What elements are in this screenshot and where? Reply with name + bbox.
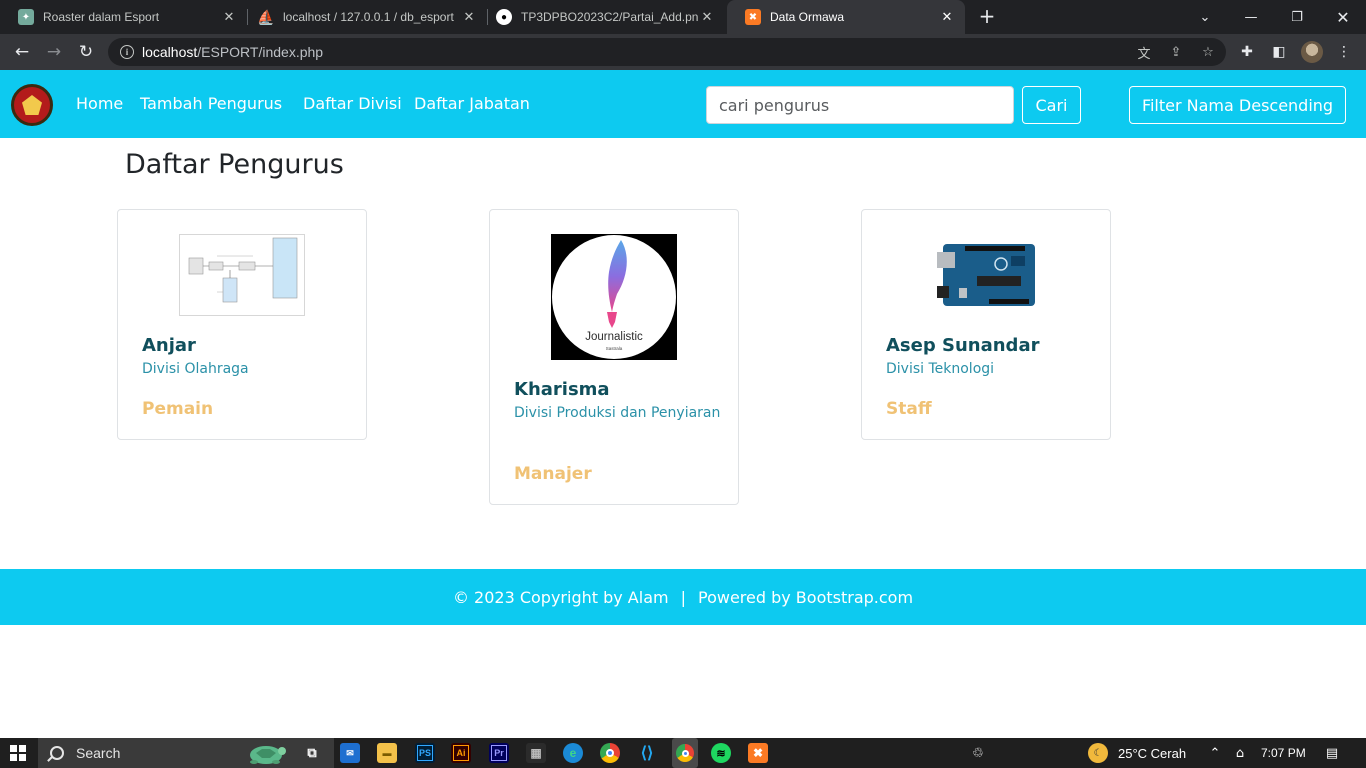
windows-start-icon[interactable] [10,745,26,761]
site-info-icon[interactable]: i [120,45,134,59]
nav-link-tambah-pengurus[interactable]: Tambah Pengurus [140,94,282,113]
bookmark-star-icon[interactable]: ☆ [1200,44,1216,60]
browser-tab-github[interactable]: ● TP3DPBO2023C2/Partai_Add.png ✕ [478,0,725,34]
arduino-board [923,234,1049,316]
footer-powered-by: Powered by Bootstrap.com [697,587,914,607]
taskbar-search-box[interactable]: Search [38,738,334,768]
browser-tab-data-ormawa[interactable]: ✖ Data Ormawa ✕ [727,0,965,34]
forward-arrow-icon[interactable]: → [42,40,66,64]
minimize-button[interactable]: — [1228,0,1274,34]
close-icon[interactable]: ✕ [221,9,237,25]
chrome-active-icon[interactable] [672,738,698,768]
premiere-icon[interactable]: Pr [489,743,509,763]
pengurus-card[interactable]: Journalistic Sastrala Kharisma Divisi Pr… [489,209,739,505]
search-icon [50,746,64,760]
tab-title: localhost / 127.0.0.1 / db_esport [283,10,454,24]
edge-icon[interactable]: e [563,743,583,763]
logo-subtext: Sastrala [606,346,623,351]
pengurus-card[interactable]: Asep Sunandar Divisi Teknologi Staff [861,209,1111,440]
pengurus-jabatan: Staff [886,399,932,419]
pengurus-jabatan: Manajer [514,464,592,484]
tab-title: Data Ormawa [770,10,845,24]
side-panel-icon[interactable]: ◧ [1268,41,1290,63]
file-explorer-icon[interactable]: ▬ [377,743,397,763]
journalistic-logo: Journalistic Sastrala [551,234,677,360]
search-input[interactable] [706,86,1014,124]
spotify-icon[interactable]: ≋ [711,743,731,763]
weather-text[interactable]: 25°C Cerah [1118,738,1186,768]
taskbar-search-label: Search [76,745,121,761]
reload-icon[interactable]: ↻ [74,40,98,64]
url-host: localhost [142,44,198,60]
xampp-taskbar-icon[interactable]: ✖ [748,743,768,763]
chrome-icon[interactable] [600,743,620,763]
browser-toolbar: ← → ↻ i localhost/ESPORT/index.php 文 ⇪ ☆… [0,34,1366,70]
github-icon: ● [496,9,512,25]
site-navbar: Home Tambah Pengurus Daftar Divisi Dafta… [0,70,1366,138]
close-icon[interactable]: ✕ [939,9,955,25]
tab-search-chevron-icon[interactable]: ⌄ [1182,0,1228,34]
photoshop-icon[interactable]: PS [415,743,435,763]
illustrator-label: Ai [453,745,469,761]
nav-link-daftar-jabatan[interactable]: Daftar Jabatan [414,94,530,113]
extensions-puzzle-icon[interactable]: ✚ [1236,41,1258,63]
close-icon[interactable]: ✕ [461,9,477,25]
page-footer: © 2023 Copyright by Alam | Powered by Bo… [0,569,1366,625]
pengurus-divisi: Divisi Teknologi [886,361,995,377]
filter-descending-button[interactable]: Filter Nama Descending [1129,86,1346,124]
tab-title: TP3DPBO2023C2/Partai_Add.png [521,10,699,24]
logo-text: Journalistic [585,331,643,343]
browser-tab-strip: ✦ Roaster dalam Esport ✕ ⛵ localhost / 1… [0,0,1366,34]
pengurus-divisi: Divisi Olahraga [142,361,249,377]
xampp-icon: ✖ [745,9,761,25]
nav-link-home[interactable]: Home [76,94,123,113]
photoshop-label: PS [417,745,433,761]
share-icon[interactable]: ⇪ [1168,44,1184,60]
translate-icon[interactable]: 文 [1136,44,1152,62]
footer-separator: | [680,587,686,607]
notifications-icon[interactable]: ▤ [1324,745,1340,761]
back-arrow-icon[interactable]: ← [10,40,34,64]
url-path: /ESPORT/index.php [197,44,324,60]
diagram-thumbnail [179,234,305,316]
pengurus-card[interactable]: Anjar Divisi Olahraga Pemain [117,209,367,440]
close-icon[interactable]: ✕ [699,9,715,25]
clock-time[interactable]: 7:07 PM [1261,738,1306,768]
address-bar[interactable]: i localhost/ESPORT/index.php 文 ⇪ ☆ [108,38,1226,66]
mail-icon[interactable]: ✉ [340,743,360,763]
weather-icon[interactable]: ☾ [1088,743,1108,763]
organization-logo[interactable] [11,84,53,126]
close-window-button[interactable]: ✕ [1320,0,1366,34]
chevron-up-icon[interactable]: ⌃ [1207,745,1223,761]
task-view-icon[interactable]: ⧉ [302,743,322,763]
pengurus-name: Asep Sunandar [886,335,1040,356]
menu-kebab-icon[interactable]: ⋮ [1333,41,1355,63]
battery-icon[interactable]: ⌂ [1232,745,1248,761]
profile-avatar[interactable] [1301,41,1323,63]
vscode-icon[interactable]: ⟨⟩ [637,743,657,763]
turtle-search-highlight-icon [250,746,286,764]
browser-tab-phpmyadmin[interactable]: ⛵ localhost / 127.0.0.1 / db_esport ✕ [240,0,487,34]
chatgpt-icon: ✦ [18,9,34,25]
calculator-icon[interactable]: ▦ [526,743,546,763]
windows-taskbar: Search ⧉ ✉ ▬ PS Ai Pr ▦ e ⟨⟩ ≋ ✖ ♲ ☾ 25°… [0,738,1366,768]
pengurus-name: Kharisma [514,379,610,400]
pengurus-divisi: Divisi Produksi dan Penyiaran [514,405,721,421]
premiere-label: Pr [491,745,507,761]
illustrator-icon[interactable]: Ai [451,743,471,763]
page-title: Daftar Pengurus [125,149,344,180]
phpmyadmin-icon: ⛵ [257,8,275,25]
tab-title: Roaster dalam Esport [43,10,160,24]
footer-copyright: © 2023 Copyright by Alam [452,587,669,607]
browser-tab-roaster[interactable]: ✦ Roaster dalam Esport ✕ [0,0,247,34]
people-icon[interactable]: ♲ [970,745,986,761]
nav-link-daftar-divisi[interactable]: Daftar Divisi [303,94,402,113]
pengurus-jabatan: Pemain [142,399,214,419]
search-button[interactable]: Cari [1022,86,1081,124]
pengurus-name: Anjar [142,335,196,356]
new-tab-button[interactable]: + [976,6,998,28]
url-text: localhost/ESPORT/index.php [142,44,323,60]
restore-button[interactable]: ❐ [1274,0,1320,34]
